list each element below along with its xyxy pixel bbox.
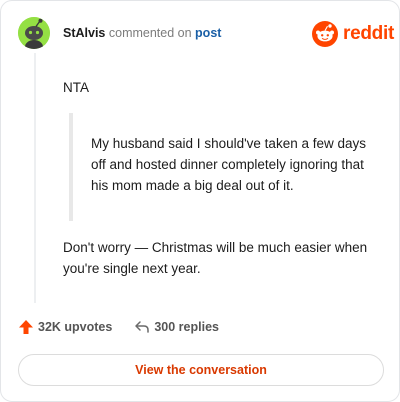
reply-arrow-icon (135, 321, 150, 333)
reddit-logo[interactable]: reddit (312, 21, 394, 47)
comment-card: StAlvis commented on post reddit NTA My … (0, 0, 400, 402)
avatar[interactable] (18, 17, 50, 49)
comment-text: NTA (63, 80, 89, 95)
quote-text: My husband said I should've taken a few … (91, 136, 366, 193)
quote-bar (69, 113, 73, 221)
upvote-arrow-icon (19, 320, 33, 334)
upvote-button[interactable]: 32K upvotes (18, 319, 112, 335)
reply-button[interactable]: 300 replies (134, 319, 219, 335)
comment-header: StAlvis commented on post (63, 26, 221, 40)
reply-text: Don't worry — Christmas will be much eas… (63, 240, 368, 276)
action-text: commented on (108, 26, 192, 40)
snoo-avatar-icon (18, 17, 50, 49)
view-conversation-button[interactable]: View the conversation (18, 354, 384, 386)
username[interactable]: StAlvis (63, 26, 105, 40)
post-link[interactable]: post (195, 26, 221, 40)
action-bar: 32K upvotes 300 replies (18, 319, 219, 335)
thread-line (34, 53, 36, 303)
upvote-count: 32K upvotes (38, 320, 113, 334)
reply-count: 300 replies (154, 320, 219, 334)
brand-wordmark: reddit (343, 23, 394, 44)
reddit-snoo-icon (312, 21, 338, 47)
